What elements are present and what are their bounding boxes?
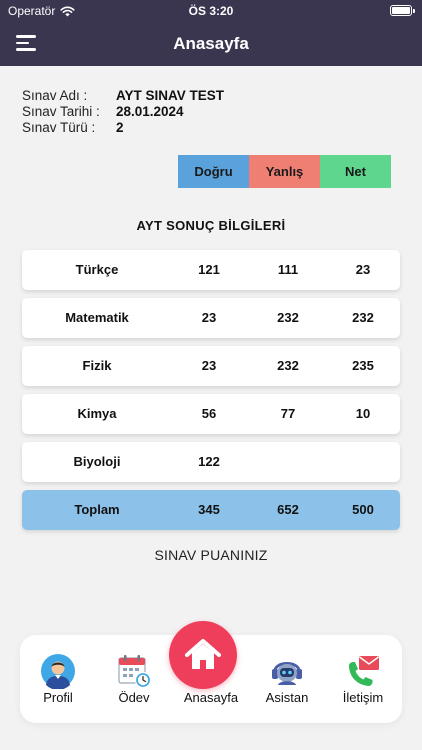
subject-name: Matematik [65, 310, 129, 325]
results-title: AYT SONUÇ BİLGİLERİ [136, 218, 286, 233]
result-row-biyoloji: Biyoloji 122 [22, 442, 400, 482]
tab-assistant[interactable]: Asistan [249, 635, 325, 723]
result-row-fizik: Fizik 23 232 235 [22, 346, 400, 386]
net-count: 10 [355, 406, 371, 421]
house-icon [185, 639, 221, 669]
result-row-total: Toplam 345 652 500 [22, 490, 400, 530]
results-table: Türkçe 121 111 23 Matematik 23 232 232 F… [22, 250, 400, 538]
exam-date-row: Sınav Tarihi : 28.01.2024 [22, 104, 224, 120]
subject-name: Biyoloji [73, 454, 121, 469]
legend-net: Net [320, 155, 391, 188]
status-bar: Operatör ÖS 3:20 [0, 0, 422, 22]
total-correct: 345 [198, 502, 220, 517]
nav-bar: Anasayfa [0, 22, 422, 66]
total-label: Toplam [74, 502, 120, 517]
bottom-tab-bar: Profil Ödev Anasayfa Asistan İletişim [20, 621, 402, 723]
tab-assistant-label: Asistan [265, 690, 309, 705]
legend-wrong: Yanlış [249, 155, 320, 188]
legend-correct: Doğru [178, 155, 249, 188]
net-count: 235 [352, 358, 374, 373]
exam-info: Sınav Adı : AYT SINAV TEST Sınav Tarihi … [22, 88, 224, 136]
tab-profile-label: Profil [43, 690, 73, 705]
correct-count: 56 [201, 406, 217, 421]
exam-date-value: 28.01.2024 [116, 104, 184, 119]
status-time: ÖS 3:20 [188, 4, 234, 18]
tab-homework[interactable]: Ödev [96, 635, 172, 723]
total-net: 500 [352, 502, 374, 517]
phone-mail-icon [349, 656, 379, 686]
tab-contact-label: İletişim [342, 690, 384, 705]
tab-home[interactable]: Anasayfa [169, 621, 249, 723]
correct-count: 23 [201, 358, 217, 373]
subject-name: Kimya [77, 406, 117, 421]
calendar-clock-icon [118, 655, 152, 689]
exam-type-label: Sınav Türü : [22, 120, 96, 135]
subject-name: Türkçe [75, 262, 119, 277]
tab-profile[interactable]: Profil [20, 635, 96, 723]
net-count: 232 [352, 310, 374, 325]
correct-count: 122 [198, 454, 220, 469]
tab-home-label: Anasayfa [183, 690, 239, 705]
home-button[interactable] [169, 621, 237, 689]
score-title: SINAV PUANINIZ [154, 547, 268, 563]
robot-headset-icon [272, 662, 302, 685]
exam-name-row: Sınav Adı : AYT SINAV TEST [22, 88, 224, 104]
subject-name: Fizik [82, 358, 112, 373]
exam-name-label: Sınav Adı : [22, 88, 88, 103]
exam-date-label: Sınav Tarihi : [22, 104, 100, 119]
exam-type-value: 2 [116, 120, 124, 135]
result-row-kimya: Kimya 56 77 10 [22, 394, 400, 434]
result-row-turkce: Türkçe 121 111 23 [22, 250, 400, 290]
net-count: 23 [355, 262, 371, 277]
result-row-matematik: Matematik 23 232 232 [22, 298, 400, 338]
tab-contact[interactable]: İletişim [325, 635, 401, 723]
tab-homework-label: Ödev [118, 690, 150, 705]
person-avatar-icon [41, 654, 75, 689]
correct-count: 23 [201, 310, 217, 325]
exam-type-row: Sınav Türü : 2 [22, 120, 224, 136]
battery-icon [390, 5, 415, 16]
exam-name-value: AYT SINAV TEST [116, 88, 225, 103]
page-title: Anasayfa [173, 34, 249, 53]
correct-count: 121 [198, 262, 220, 277]
result-legend: Doğru Yanlış Net [178, 155, 391, 188]
